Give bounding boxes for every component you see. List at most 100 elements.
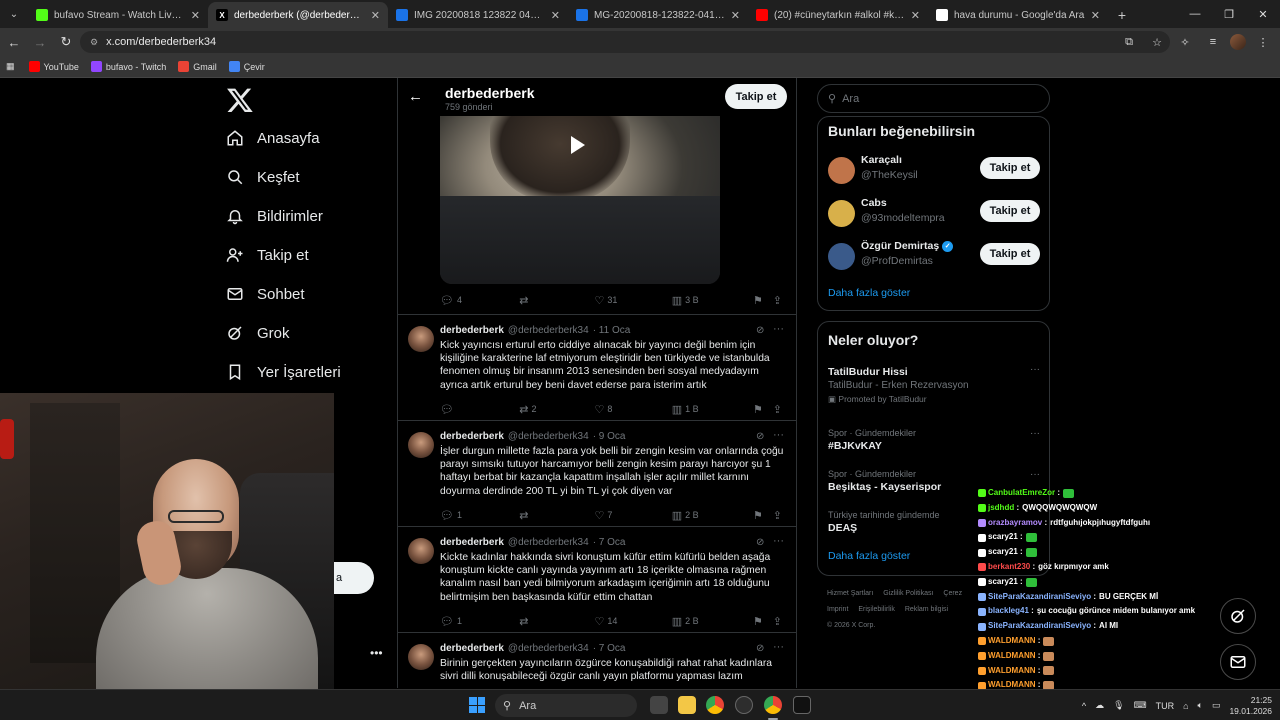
footer-link[interactable]: Gizlilik Politikası [883, 590, 933, 597]
user-name[interactable]: Cabs [861, 197, 887, 209]
bookmark-item[interactable]: bufavo - Twitch [90, 61, 166, 72]
profile-avatar[interactable] [1230, 34, 1246, 50]
repost-button[interactable]: ⇄ [519, 507, 594, 523]
share-icon[interactable]: ⇪ [773, 507, 782, 523]
nav-explore[interactable]: Keşfet [220, 161, 300, 193]
suggested-user[interactable]: Karaçalı @TheKeysil Takip et [828, 151, 1040, 191]
video-thumbnail[interactable] [440, 116, 720, 284]
browser-tab[interactable]: IMG 20200818 123822 041 ho ✕ [388, 2, 568, 28]
nav-home[interactable]: Anasayfa [220, 122, 320, 154]
install-app-icon[interactable]: ⧉ [1118, 31, 1140, 53]
nav-messages[interactable]: Sohbet [220, 278, 305, 310]
microphone-icon[interactable]: 🎙︎ [1113, 700, 1124, 711]
forward-arrow-icon[interactable]: → [28, 30, 52, 54]
author-name[interactable]: derbederberk [440, 431, 504, 442]
post-button-partial[interactable]: a [334, 562, 374, 594]
avatar[interactable] [408, 326, 434, 352]
tray-overflow-icon[interactable]: ^ [1082, 701, 1086, 711]
author-handle[interactable]: @derbederberk34 [508, 643, 589, 654]
minimize-icon[interactable]: — [1178, 0, 1212, 28]
reply-button[interactable]: 💬︎ 4 [440, 292, 519, 308]
share-icon[interactable]: ⇪ [773, 401, 782, 417]
back-arrow-icon[interactable]: ← [408, 88, 426, 106]
clock[interactable]: 21:25 19.01.2026 [1229, 695, 1272, 717]
avatar[interactable] [828, 243, 855, 270]
grok-fab-icon[interactable] [1220, 598, 1256, 634]
tweet[interactable]: derbederberk @derbederberk34 · 9 Oca ⊘ ·… [398, 420, 796, 526]
author-handle[interactable]: @derbederberk34 [508, 537, 589, 548]
bookmark-item[interactable]: YouTube [28, 61, 79, 72]
terminal-icon[interactable] [793, 696, 811, 714]
more-dots-icon[interactable]: ··· [1030, 469, 1040, 480]
more-dots-icon[interactable]: ••• [370, 646, 383, 660]
views-button[interactable]: ▥ 2 B [672, 613, 753, 629]
user-name[interactable]: Özgür Demirtaş [861, 240, 939, 252]
suggested-user[interactable]: Özgür Demirtaş ✓ @ProfDemirtas Takip et [828, 237, 1040, 277]
close-window-icon[interactable]: ✕ [1246, 0, 1280, 28]
language-indicator[interactable]: TUR [1156, 701, 1175, 711]
show-more-link[interactable]: Daha fazla göster [828, 287, 910, 299]
file-explorer-icon[interactable] [678, 696, 696, 714]
more-dots-icon[interactable]: ··· [773, 323, 784, 335]
footer-link[interactable]: Erişilebilirlik [858, 606, 895, 613]
views-button[interactable]: ▥ 3 B [672, 292, 753, 308]
like-button[interactable]: ♡ 8 [595, 401, 672, 417]
reply-button[interactable]: 💬︎ [440, 401, 519, 417]
more-dots-icon[interactable]: ··· [773, 535, 784, 547]
bookmark-item[interactable]: Gmail [178, 61, 217, 72]
taskbar-search[interactable]: ⚲ Ara [495, 694, 637, 717]
volume-icon[interactable]: 🔈︎ [1198, 700, 1203, 711]
author-name[interactable]: derbederberk [440, 537, 504, 548]
views-button[interactable]: ▥ 1 B [672, 401, 753, 417]
tab-close-icon[interactable]: ✕ [551, 9, 560, 22]
messages-fab-icon[interactable] [1220, 644, 1256, 680]
tweet[interactable]: derbederberk @derbederberk34 · 7 Oca ⊘ ·… [398, 526, 796, 632]
tab-close-icon[interactable]: ✕ [1091, 9, 1100, 22]
footer-link[interactable]: Hizmet Şartları [827, 590, 873, 597]
repost-button[interactable]: ⇄ [519, 292, 594, 308]
reload-icon[interactable]: ↻ [54, 30, 78, 54]
footer-link[interactable]: Imprint [827, 606, 848, 613]
apps-grid-icon[interactable]: ▦ [6, 61, 15, 72]
reply-button[interactable]: 💬︎ 1 [440, 507, 519, 523]
task-view-icon[interactable] [650, 696, 668, 714]
browser-tab[interactable]: (20) #cüneytarkın #alkol #keşfe ✕ [748, 2, 928, 28]
tab-search-chevron-icon[interactable]: ⌄ [0, 0, 28, 28]
nav-grok[interactable]: Grok [220, 317, 290, 349]
like-button[interactable]: ♡ 14 [595, 613, 672, 629]
grok-icon[interactable]: ⊘ [756, 643, 764, 654]
browser-tab[interactable]: bufavo Stream - Watch Live on ✕ [28, 2, 208, 28]
tweet-date[interactable]: · 7 Oca [593, 643, 626, 654]
author-name[interactable]: derbederberk [440, 643, 504, 654]
media-controls-icon[interactable]: ≡ [1202, 31, 1224, 53]
footer-link[interactable]: Çerez [943, 590, 962, 597]
x-logo-icon[interactable] [226, 86, 254, 114]
more-dots-icon[interactable]: ··· [773, 429, 784, 441]
follow-button[interactable]: Takip et [980, 200, 1040, 222]
repost-button[interactable]: ⇄ 2 [519, 401, 594, 417]
trend-item[interactable]: Spor · Gündemdekiler #BJKvKAY ··· [828, 428, 1040, 452]
network-icon[interactable]: ⌂ [1183, 701, 1188, 711]
keyboard-icon[interactable]: ⌨ [1134, 700, 1147, 711]
follow-button[interactable]: Takip et [980, 157, 1040, 179]
avatar[interactable] [408, 644, 434, 670]
nav-bookmarks[interactable]: Yer İşaretleri [220, 356, 341, 388]
author-handle[interactable]: @derbederberk34 [508, 325, 589, 336]
onedrive-icon[interactable]: ☁ [1095, 700, 1104, 711]
bookmark-icon[interactable]: ⚑ [753, 292, 773, 308]
restore-icon[interactable]: ❐ [1212, 0, 1246, 28]
tweet-date[interactable]: · 11 Oca [593, 325, 631, 336]
site-info-icon[interactable]: ⚙ [90, 37, 98, 48]
user-name[interactable]: Karaçalı [861, 154, 902, 166]
tweet-date[interactable]: · 9 Oca [593, 431, 626, 442]
avatar[interactable] [408, 432, 434, 458]
chrome-icon[interactable] [706, 696, 724, 714]
nav-notifications[interactable]: Bildirimler [220, 200, 323, 232]
suggested-user[interactable]: Cabs @93modeltempra Takip et [828, 194, 1040, 234]
more-dots-icon[interactable]: ··· [1030, 364, 1040, 375]
more-dots-icon[interactable]: ··· [773, 641, 784, 653]
nav-follow[interactable]: Takip et [220, 239, 309, 271]
author-name[interactable]: derbederberk [440, 325, 504, 336]
url-input[interactable]: ⚙ x.com/derbederberk34 [80, 31, 1170, 53]
views-button[interactable]: ▥ 2 B [672, 507, 753, 523]
